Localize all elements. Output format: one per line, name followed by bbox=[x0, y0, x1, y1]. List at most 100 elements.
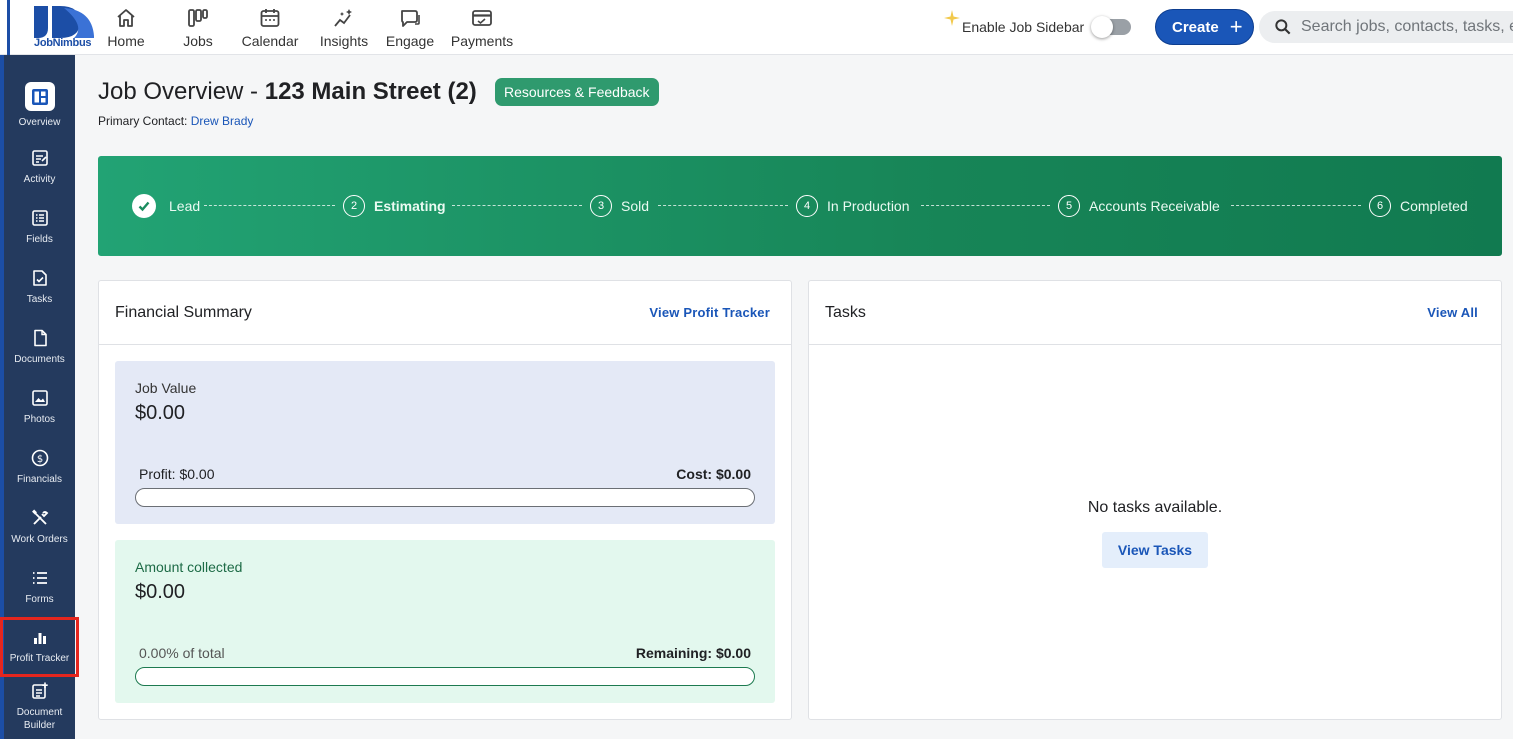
sidebar-item-fields[interactable]: Fields bbox=[0, 200, 79, 260]
payments-icon bbox=[472, 10, 492, 26]
sidebar-item-forms[interactable]: Forms bbox=[0, 560, 79, 620]
sidebar-item-label: Photos bbox=[23, 414, 56, 425]
sidebar-item-document-builder[interactable]: Document Builder bbox=[0, 673, 79, 739]
stage-name: Lead bbox=[169, 198, 201, 214]
remaining-value: Remaining: $0.00 bbox=[635, 645, 751, 661]
financials-icon: $ bbox=[31, 449, 48, 467]
svg-text:$: $ bbox=[36, 454, 42, 465]
sidebar-item-tasks[interactable]: Tasks bbox=[0, 260, 79, 320]
job-sidebar-label: Enable Job Sidebar bbox=[962, 19, 1085, 35]
jobnimbus-logo[interactable]: JobNimbus bbox=[7, 0, 94, 55]
stage-connector bbox=[658, 205, 788, 206]
card-header: Tasks View All bbox=[809, 281, 1501, 345]
stage-in-production[interactable]: 4 In Production bbox=[796, 194, 910, 218]
empty-tasks-message: No tasks available. bbox=[1087, 499, 1223, 516]
stage-completed[interactable]: 6 Completed bbox=[1369, 194, 1468, 218]
profit-cost-bar bbox=[135, 488, 755, 507]
stage-name: In Production bbox=[827, 198, 910, 214]
page-title: Job Overview - 123 Main Street (2) bbox=[98, 78, 477, 106]
card-header: Financial Summary View Profit Tracker bbox=[99, 281, 791, 345]
top-nav: Home Jobs Calendar Insights Engage Payme… bbox=[100, 0, 522, 55]
search-input[interactable] bbox=[1301, 18, 1513, 36]
stage-name: Completed bbox=[1400, 198, 1468, 214]
job-value-panel: Job Value $0.00 Profit: $0.00 Cost: $0.0… bbox=[115, 361, 775, 524]
stage-number: 5 bbox=[1058, 195, 1080, 217]
nav-insights[interactable]: Insights bbox=[312, 0, 376, 55]
logo-text: JobNimbus bbox=[34, 37, 92, 49]
sidebar-item-documents[interactable]: Documents bbox=[0, 320, 79, 380]
financial-summary-card: Financial Summary View Profit Tracker Jo… bbox=[98, 280, 792, 720]
nav-jobs[interactable]: Jobs bbox=[172, 0, 224, 55]
stage-name: Sold bbox=[621, 198, 650, 214]
stage-connector bbox=[1231, 205, 1361, 206]
sidebar-item-profit-tracker[interactable]: Profit Tracker bbox=[0, 617, 79, 677]
stage-name: Estimating bbox=[374, 198, 446, 214]
sidebar-item-label: Financials bbox=[16, 474, 63, 485]
nav-payments[interactable]: Payments bbox=[442, 0, 522, 55]
tasks-icon bbox=[32, 270, 47, 286]
job-sidebar-nav: Overview Activity Fields Tasks Documents… bbox=[0, 55, 79, 739]
sidebar-item-label: Fields bbox=[26, 234, 53, 245]
sidebar-item-label: Overview bbox=[18, 117, 61, 128]
page-title-prefix: Job Overview - bbox=[98, 78, 265, 105]
nav-home[interactable]: Home bbox=[100, 0, 152, 55]
stage-accounts-receivable[interactable]: 5 Accounts Receivable bbox=[1058, 194, 1220, 218]
nav-insights-label: Insights bbox=[319, 33, 369, 49]
top-bar: JobNimbus Home Jobs Calendar Insights En… bbox=[0, 0, 1513, 55]
primary-contact-label: Primary Contact: bbox=[98, 114, 191, 128]
stage-number: 2 bbox=[343, 195, 365, 217]
tasks-title: Tasks bbox=[825, 304, 866, 321]
overview-icon bbox=[31, 88, 48, 105]
primary-contact-link[interactable]: Drew Brady bbox=[191, 114, 254, 128]
create-button[interactable]: Create + bbox=[1155, 9, 1254, 45]
sidebar-item-label: Documents bbox=[14, 354, 65, 365]
job-name: 123 Main Street (2) bbox=[264, 78, 477, 105]
document-builder-icon bbox=[31, 682, 48, 699]
stage-number: 6 bbox=[1369, 195, 1391, 217]
amount-collected-label: Amount collected bbox=[135, 559, 243, 575]
plus-icon: + bbox=[1229, 14, 1243, 39]
sidebar-item-label: Forms bbox=[25, 594, 54, 605]
view-tasks-button[interactable]: View Tasks bbox=[1102, 532, 1208, 568]
profit-value: Profit: $0.00 bbox=[139, 466, 215, 482]
jobs-icon bbox=[188, 9, 208, 27]
forms-icon bbox=[32, 572, 47, 584]
tasks-card: Tasks View All No tasks available. View … bbox=[808, 280, 1502, 720]
insights-icon bbox=[334, 9, 352, 27]
nav-calendar[interactable]: Calendar bbox=[232, 0, 308, 55]
sidebar-item-label: Tasks bbox=[26, 294, 53, 305]
stage-lead[interactable]: Lead bbox=[132, 194, 200, 218]
view-all-tasks-link[interactable]: View All bbox=[1427, 305, 1478, 320]
nav-engage[interactable]: Engage bbox=[382, 0, 438, 55]
sidebar-item-photos[interactable]: Photos bbox=[0, 380, 79, 440]
collected-progress-bar bbox=[135, 667, 755, 686]
activity-icon bbox=[31, 150, 48, 166]
primary-contact: Primary Contact: Drew Brady bbox=[98, 114, 253, 128]
sidebar-item-activity[interactable]: Activity bbox=[0, 140, 79, 200]
photos-icon bbox=[31, 390, 48, 406]
sidebar-item-label: Activity bbox=[23, 174, 56, 185]
sidebar-item-overview[interactable]: Overview bbox=[0, 55, 79, 129]
overview-icon-wrap bbox=[24, 82, 55, 111]
documents-icon bbox=[33, 329, 47, 347]
stage-connector bbox=[921, 205, 1050, 206]
calendar-icon bbox=[260, 9, 280, 27]
logo-mark-icon bbox=[34, 6, 94, 38]
nav-calendar-label: Calendar bbox=[241, 33, 299, 49]
stage-estimating[interactable]: 2 Estimating bbox=[343, 194, 446, 218]
sidebar-item-label: Document Builder bbox=[16, 707, 63, 731]
global-search[interactable] bbox=[1259, 11, 1513, 43]
sidebar-item-financials[interactable]: $ Financials bbox=[0, 440, 79, 500]
resources-feedback-button[interactable]: Resources & Feedback bbox=[495, 78, 659, 106]
sidebar-item-work-orders[interactable]: Work Orders bbox=[0, 500, 79, 560]
nav-home-label: Home bbox=[107, 33, 145, 49]
sparkle-icon bbox=[944, 10, 960, 26]
stage-number: 4 bbox=[796, 195, 818, 217]
job-sidebar-toggle[interactable] bbox=[1091, 16, 1131, 38]
fields-icon bbox=[31, 210, 48, 226]
create-button-label: Create bbox=[1172, 18, 1219, 36]
cost-value: Cost: $0.00 bbox=[676, 466, 751, 482]
job-value-amount: $0.00 bbox=[135, 402, 186, 424]
stage-sold[interactable]: 3 Sold bbox=[590, 194, 649, 218]
view-profit-tracker-link[interactable]: View Profit Tracker bbox=[649, 305, 770, 320]
